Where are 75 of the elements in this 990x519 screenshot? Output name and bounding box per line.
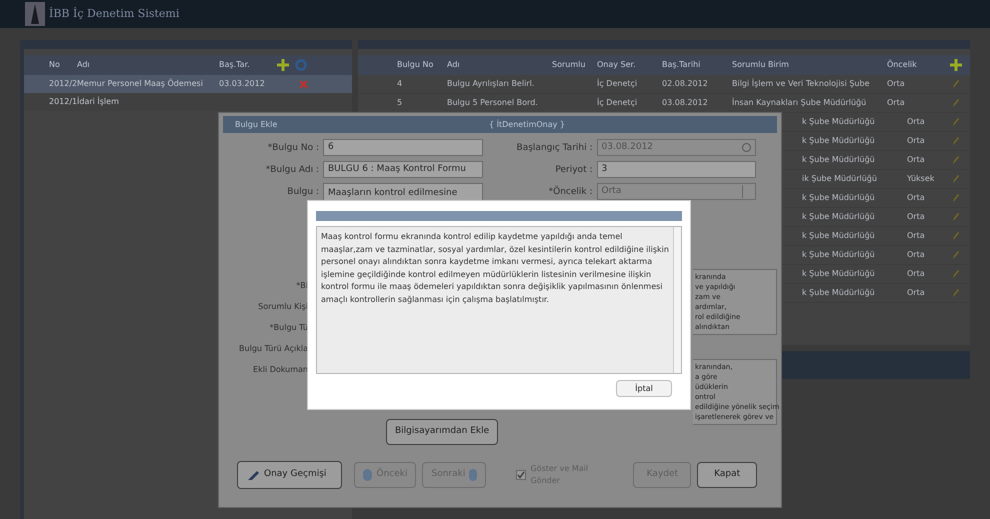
table-cell-text: k Şube Müdürlüğü	[802, 116, 876, 128]
text-field[interactable]: BULGU 6 : Maaş Kontrol Formu	[323, 161, 482, 178]
table-cell-text: k Şube Müdürlüğü	[802, 230, 876, 242]
table-cell-text: İdari İşlem	[77, 96, 120, 108]
upload-button[interactable]: Bilgisayarımdan Ekle	[386, 419, 498, 445]
column-header: Öncelik	[887, 59, 918, 71]
column-header: No	[49, 59, 61, 71]
table-cell-text: İnsan Kaynakları Şube Müdürlüğü	[732, 97, 868, 109]
table-cell-text: k Şube Müdürlüğü	[802, 287, 876, 299]
field-label: Sorumlu Kişi	[258, 301, 308, 313]
field-label: *Bulgu No :	[266, 142, 319, 155]
table-cell-text: ik Şube Müdürlüğü	[802, 173, 878, 185]
table-cell-text: k Şube Müdürlüğü	[802, 249, 876, 261]
table-cell-text: Orta	[887, 78, 906, 90]
column-header: Adı	[77, 59, 91, 71]
column-header: Sorumlu Birim	[732, 59, 790, 71]
column-header: Baş.Tar.	[219, 59, 251, 71]
close-button[interactable]: Kapat	[697, 462, 757, 488]
table-cell-text: Orta	[907, 135, 926, 147]
check-icon	[517, 471, 526, 479]
text-field[interactable]: 6	[323, 139, 482, 156]
table-cell: 2012/2	[49, 78, 77, 90]
column-header: Baş.Tarihi	[662, 59, 702, 71]
cancel-button[interactable]: İptal	[616, 380, 672, 397]
field-label: *Bi	[296, 280, 308, 292]
field-label: Başlangıç Tarihi :	[516, 142, 592, 155]
table-cell-text: 03.08.2012	[662, 97, 709, 109]
table-cell-text: Yüksek	[907, 173, 936, 185]
table-cell-text: k Şube Müdürlüğü	[802, 154, 876, 166]
table-cell-text: 4	[397, 78, 404, 90]
column-header: Bulgu No	[397, 59, 434, 71]
field-label: *Öncelik :	[548, 184, 592, 199]
dialog-tag: { İtDenetimOnay }	[489, 118, 565, 130]
field-label: *Bulgu Adı :	[264, 164, 319, 177]
table-cell-text: Orta	[887, 97, 906, 109]
table-cell-text: Bulgu 5 Personel Bord.	[447, 97, 539, 109]
table-cell-text: k Şube Müdürlüğü	[802, 268, 876, 280]
table-cell-text: k Şube Müdürlüğü	[802, 211, 876, 223]
field-label: Ekli Dokuman	[253, 364, 308, 376]
table-cell-text: İç Denetçi	[597, 97, 638, 109]
table-cell-text: Orta	[907, 116, 926, 128]
message-text: Maaş kontrol formu ekranında kontrol edilip kaydetme yapıldığı anda temel maaşlar,zam ve tazminatlar, sosyal yardımlar, özel kesintilerin kontrol edildiğine ilişkin personel onayı alındıktan sonra kaydetme imkanı vermesi, ayrıca telekart aktarma işlemine geçildiğinde kontrol edilmeyen müdürlüklerin listesinin verilmesine ilişkin kontrol formu ile maaş ödemeleri yapıldıktan sonra değişiklik yapılmasının önlenmesi amaçlı kontrollerin sağlanması için çalışma başlatılmıştır.	[320, 231, 670, 306]
scrollbar[interactable]	[673, 227, 681, 373]
table-cell-text: Orta	[907, 249, 926, 261]
delete-icon[interactable]	[299, 80, 308, 88]
history-button[interactable]: Onay Geçmişi	[237, 461, 342, 489]
table-cell-text: Orta	[907, 287, 926, 299]
app-title: İBB İç Denetim Sistemi	[49, 6, 180, 22]
field-label: Periyot :	[554, 164, 592, 177]
table-cell-text: Bulgu Ayrılışları Belirl.	[447, 78, 536, 90]
text-field[interactable]: 3	[596, 161, 756, 178]
field-label: Bulgu Türü Açıkla	[239, 343, 308, 355]
table-cell: 2012/1	[49, 96, 77, 108]
table-cell-text: k Şube Müdürlüğü	[802, 135, 876, 147]
table-cell-text: k Şube Müdürlüğü	[802, 192, 876, 204]
table-cell-text: Bilgi İşlem ve Veri Teknolojisi Şube	[732, 78, 871, 90]
column-header: Sorumlu	[552, 59, 586, 71]
table-cell-text: Orta	[907, 192, 926, 204]
table-cell-text: Orta	[907, 230, 926, 242]
table-cell-text: Orta	[907, 211, 926, 223]
column-header: Onay Ser.	[597, 59, 637, 71]
table-row[interactable]: 2012/2Memur Personel Maaş Ödemesi 03.03.2012	[24, 75, 352, 93]
table-cell-text: İç Denetçi	[597, 78, 638, 90]
field-label: *Bulgu Tü	[270, 322, 308, 334]
table-cell-text: 5	[397, 97, 404, 109]
column-header: Adı	[447, 59, 461, 71]
add-icon[interactable]	[950, 59, 962, 71]
table-cell-text: 03.03.2012	[219, 78, 266, 90]
field-label: Bulgu :	[286, 186, 319, 199]
table-cell-text: Orta	[907, 154, 926, 166]
table-cell-text: Orta	[907, 268, 926, 280]
table-cell-text: 02.08.2012	[662, 78, 709, 90]
dialog-title: Bulgu Ekle	[235, 118, 278, 130]
add-icon[interactable]	[277, 59, 289, 71]
table-cell-text: Memur Personel Maaş Ödemesi	[77, 78, 204, 90]
